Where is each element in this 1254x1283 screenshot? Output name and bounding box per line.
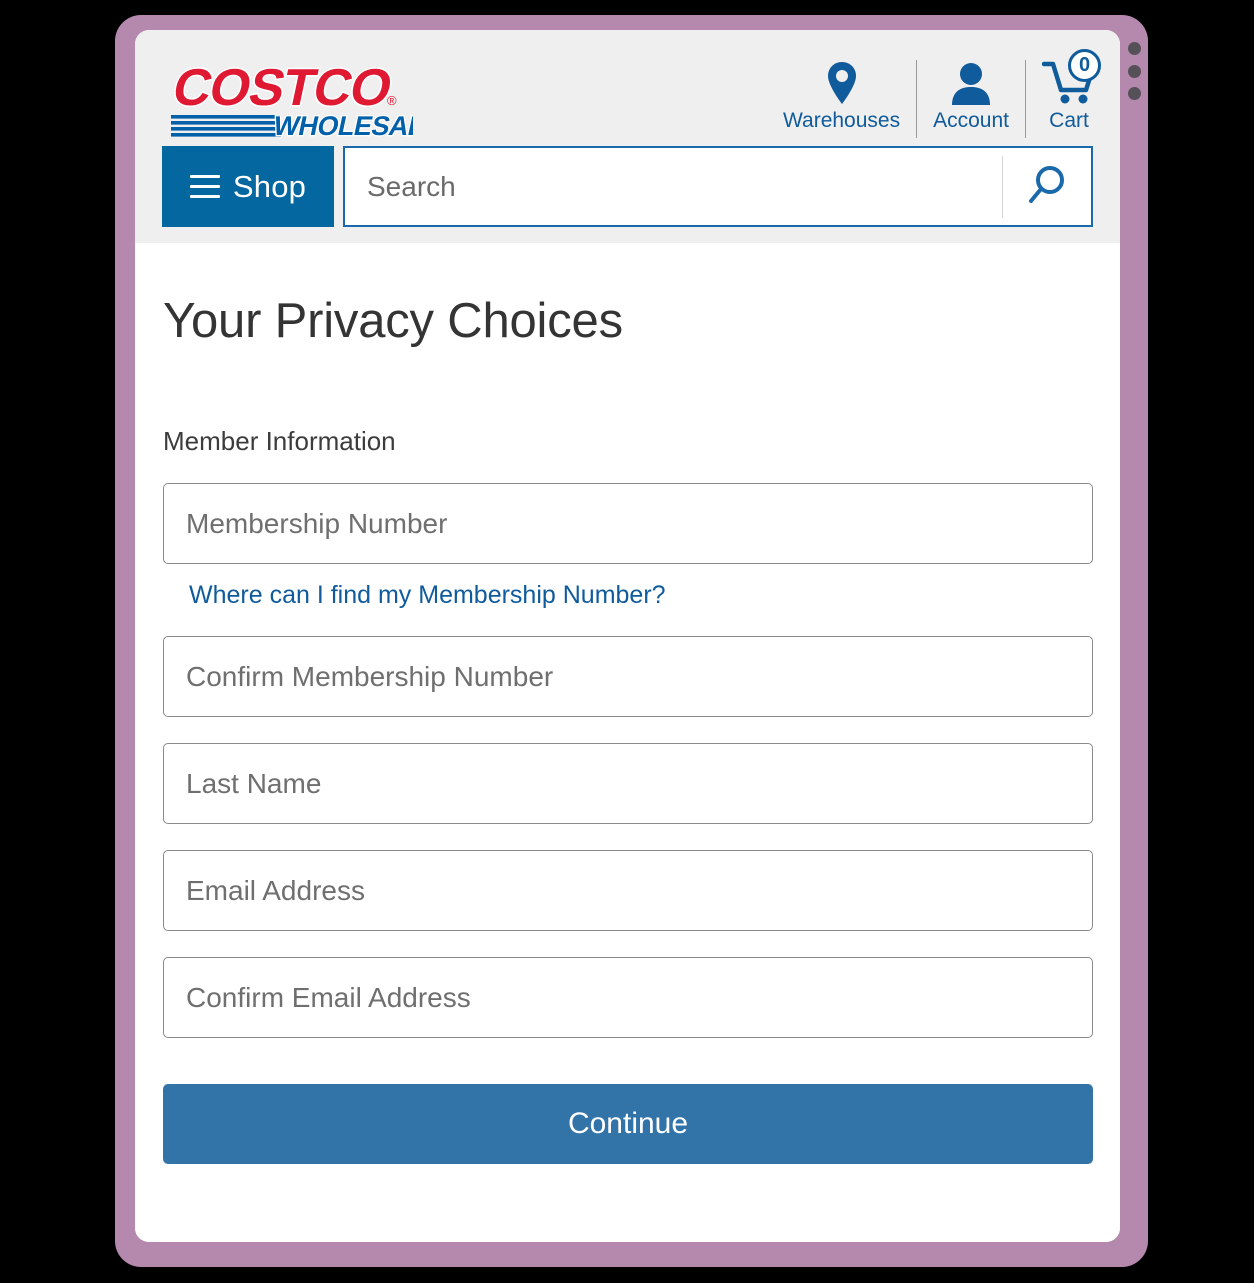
shopping-cart-icon: 0 [1042,49,1101,108]
section-title: Member Information [163,426,396,456]
search-input[interactable] [345,148,1002,225]
nav-item-account[interactable]: Account [917,58,1025,134]
svg-text:COSTCO: COSTCO [168,59,397,117]
device-frame-dots [1126,42,1142,100]
hamburger-icon [189,175,220,198]
nav-item-warehouses[interactable]: Warehouses [767,58,916,134]
costco-logo[interactable]: COSTCO ® WHOLESALE [163,55,446,145]
shop-menu-button[interactable]: Shop [162,146,334,227]
cart-count-badge: 0 [1068,49,1101,82]
shop-button-label: Shop [232,168,307,204]
search-submit-button[interactable] [1003,148,1091,225]
frame-dot [1127,42,1141,55]
continue-button[interactable]: Continue [163,1084,1093,1164]
membership-number-help-link[interactable]: Where can I find my Membership Number? [189,581,666,610]
frame-dot [1127,64,1141,78]
page-viewport: COSTCO ® WHOLESALE Warehouses Account 0 … [135,30,1120,1242]
person-icon [950,58,992,108]
main-content: Your Privacy Choices Member Information … [135,243,1120,1242]
map-pin-icon [826,58,858,108]
search-bar [343,146,1093,227]
svg-text:WHOLESALE: WHOLESALE [271,110,413,141]
nav-item-cart[interactable]: 0 Cart [1026,49,1102,134]
confirm-email-address-input[interactable] [163,957,1093,1038]
nav-label-warehouses: Warehouses [782,109,901,132]
nav-label-cart: Cart [1049,109,1089,132]
last-name-input[interactable] [163,743,1093,824]
nav-label-account: Account [933,109,1009,132]
magnifier-icon [1025,163,1069,210]
header-utility-nav: Warehouses Account 0 Cart [767,49,1102,154]
page-title: Your Privacy Choices [163,294,623,348]
site-header: COSTCO ® WHOLESALE Warehouses Account 0 … [135,30,1120,243]
frame-dot [1127,87,1141,100]
svg-text:®: ® [387,93,397,108]
membership-number-input[interactable] [163,483,1093,564]
email-address-input[interactable] [163,850,1093,931]
confirm-membership-number-input[interactable] [163,636,1093,717]
